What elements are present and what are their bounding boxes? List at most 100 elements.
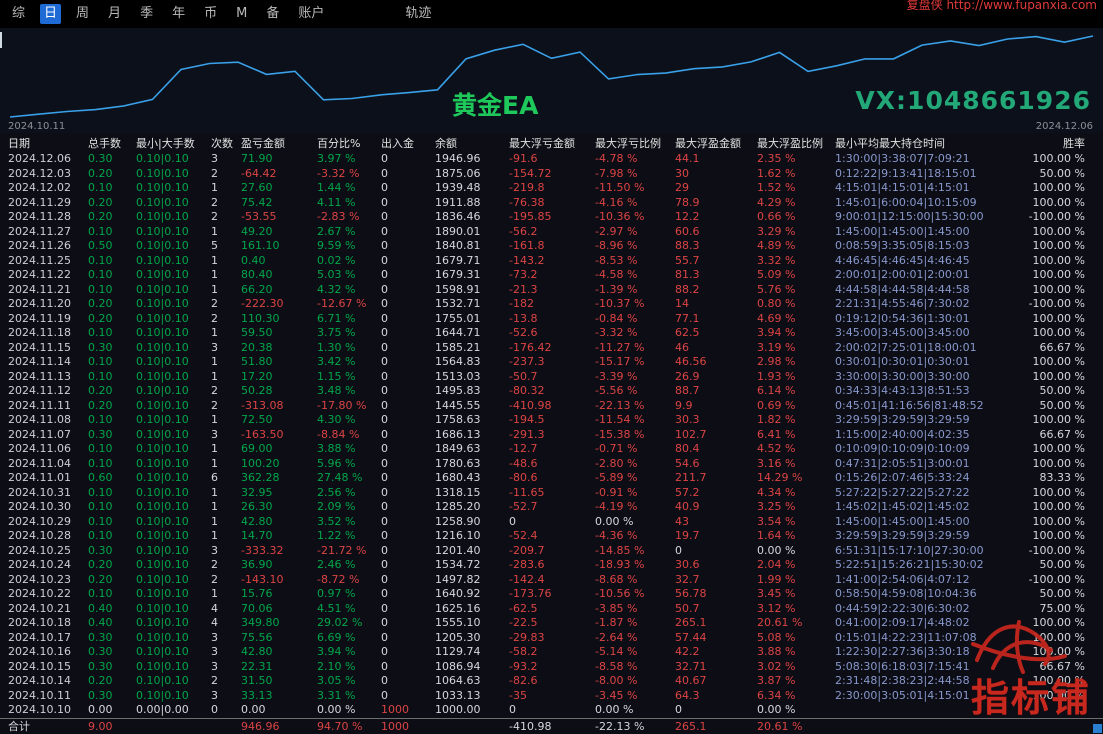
cell: 3.94 %	[757, 326, 796, 339]
table-row[interactable]: 2024.11.20 0.20 0.10|0.10 2 -222.30 -12.67 % 0…	[0, 297, 1103, 312]
cell: 2.09 %	[317, 500, 356, 513]
cell: -143.2	[509, 253, 545, 267]
cell: 0	[381, 282, 388, 296]
table-row[interactable]: 2024.10.30 0.10 0.10|0.10 1 26.30 2.09 % 0 1285…	[0, 500, 1103, 515]
table-row[interactable]: 2024.10.23 0.20 0.10|0.10 2 -143.10 -8.72 % 0 1…	[0, 573, 1103, 588]
menu-item-3[interactable]: 月	[104, 4, 125, 24]
cell: 1:41:00|2:54:06|4:07:12	[835, 572, 970, 586]
cell: 100.00 %	[1032, 529, 1085, 542]
table-row[interactable]: 2024.11.04 0.10 0.10|0.10 1 100.20 5.96 % 0 178…	[0, 457, 1103, 472]
cell: 66.67 %	[1039, 659, 1085, 673]
total-cell	[427, 718, 501, 734]
cell: -91.6	[509, 152, 538, 165]
menu-item-5[interactable]: 年	[168, 4, 189, 24]
menu-bar-items: 综日周月季年币 M 备账户 轨迹	[8, 4, 446, 24]
table-row[interactable]: 2024.11.06 0.10 0.10|0.10 1 69.00 3.88 % 0 1849…	[0, 442, 1103, 457]
cell: 2024.12.02	[8, 181, 71, 194]
cell: 49.20	[241, 224, 273, 238]
cell: 3.29 %	[757, 224, 796, 238]
cell: 40.67	[675, 674, 707, 687]
menu-item-9[interactable]: 账户	[294, 4, 328, 24]
table-row[interactable]: 2024.11.19 0.20 0.10|0.10 2 110.30 6.71 % 0 175…	[0, 312, 1103, 327]
table-row[interactable]: 2024.10.28 0.10 0.10|0.10 1 14.70 1.22 % 0 1216…	[0, 529, 1103, 544]
table-row[interactable]: 2024.12.02 0.10 0.10|0.10 1 27.60 1.44 % 0 1939…	[0, 181, 1103, 196]
cell: -82.6	[509, 674, 538, 687]
table-row[interactable]: 2024.11.01 0.60 0.10|0.10 6 362.28 27.48 % 0 16…	[0, 471, 1103, 486]
table-row[interactable]: 2024.10.31 0.10 0.10|0.10 1 32.95 2.56 % 0 1318…	[0, 486, 1103, 501]
cell: 0.20	[88, 384, 113, 397]
cell: 4:46:45|4:46:45|4:46:45	[835, 253, 970, 267]
table-row[interactable]: 2024.10.18 0.40 0.10|0.10 4 349.80 29.02 % 0 15…	[0, 616, 1103, 631]
col-header-1: 总手数	[88, 136, 121, 150]
table-row[interactable]: 2024.11.21 0.10 0.10|0.10 1 66.20 4.32 % 0 1598…	[0, 283, 1103, 298]
table-row[interactable]: 2024.11.18 0.10 0.10|0.10 1 59.50 3.75 % 0 1644…	[0, 326, 1103, 341]
table-row[interactable]: 2024.11.14 0.10 0.10|0.10 1 51.80 3.42 % 0 1564…	[0, 355, 1103, 370]
menu-item-1[interactable]: 日	[40, 4, 62, 24]
cell: 50.00 %	[1039, 398, 1085, 412]
table-row[interactable]: 2024.10.22 0.10 0.10|0.10 1 15.76 0.97 % 0 1640…	[0, 587, 1103, 602]
cell: 9.59 %	[317, 239, 356, 252]
cell: 30.6	[675, 558, 700, 571]
table-row[interactable]: 2024.10.15 0.30 0.10|0.10 3 22.31 2.10 % 0 1086…	[0, 660, 1103, 675]
cell: -8.58 %	[595, 659, 638, 673]
table-row[interactable]: 2024.11.13 0.10 0.10|0.10 1 17.20 1.15 % 0 1513…	[0, 370, 1103, 385]
table-row[interactable]: 2024.10.17 0.30 0.10|0.10 3 75.56 6.69 % 0 1205…	[0, 631, 1103, 646]
chart-start-date: 2024.10.11	[8, 121, 66, 132]
cell: 0.10|0.10	[136, 601, 189, 615]
menu-item-6[interactable]: 币	[200, 4, 221, 24]
table-row[interactable]: 2024.10.25 0.30 0.10|0.10 3 -333.32 -21.72 % 0…	[0, 544, 1103, 559]
cell: -194.5	[509, 413, 545, 426]
cell: 4	[211, 601, 218, 615]
cell: 57.2	[675, 485, 700, 499]
table-row[interactable]: 2024.10.29 0.10 0.10|0.10 1 42.80 3.52 % 0 1258…	[0, 515, 1103, 530]
cell: 0.66 %	[757, 210, 796, 223]
cell: 0	[381, 268, 388, 281]
cell: 1497.82	[435, 572, 481, 586]
cell: 100.00 %	[1032, 485, 1085, 499]
brand-link[interactable]: 复盘侠 http://www.fupanxia.com	[907, 0, 1097, 13]
table-row[interactable]: 2024.11.11 0.20 0.10|0.10 2 -313.08 -17.80 % 0…	[0, 399, 1103, 414]
table-row[interactable]: 2024.11.29 0.20 0.10|0.10 2 75.42 4.11 % 0 1911…	[0, 196, 1103, 211]
table-row[interactable]: 2024.10.10 0.00 0.00|0.00 0 0.00 0.00 % 1000 10…	[0, 703, 1103, 718]
cell: -1.87 %	[595, 616, 638, 629]
menu-item-10[interactable]: 轨迹	[401, 4, 435, 24]
table-row[interactable]: 2024.11.27 0.10 0.10|0.10 1 49.20 2.67 % 0 1890…	[0, 225, 1103, 240]
table-row[interactable]: 2024.11.25 0.10 0.10|0.10 1 0.40 0.02 % 0 1679.…	[0, 254, 1103, 269]
stats-table: 日期 总手数 最小|大手数 次数 盈亏金额 百分比% 出入金 余额 最大浮亏金额 最大浮亏比例 最大…	[0, 133, 1103, 734]
table-row[interactable]: 2024.11.15 0.30 0.10|0.10 3 20.38 1.30 % 0 1585…	[0, 341, 1103, 356]
table-row[interactable]: 2024.10.16 0.30 0.10|0.10 3 42.80 3.94 % 0 1129…	[0, 645, 1103, 660]
table-row[interactable]: 2024.11.26 0.50 0.10|0.10 5 161.10 9.59 % 0 184…	[0, 239, 1103, 254]
table-total-row[interactable]: 合计 9.00 946.96 94.70 % 1000 -410.98 -22.13 % 26…	[0, 718, 1103, 734]
menu-item-2[interactable]: 周	[72, 4, 93, 24]
cell: -52.6	[509, 326, 538, 339]
cell: -161.8	[509, 239, 545, 252]
cell: 3.94 %	[317, 645, 356, 658]
table-row[interactable]: 2024.11.08 0.10 0.10|0.10 1 72.50 4.30 % 0 1758…	[0, 413, 1103, 428]
cell: 3	[211, 630, 218, 644]
menu-item-7[interactable]: M	[232, 4, 251, 24]
cell: -4.19 %	[595, 500, 638, 513]
menu-item-0[interactable]: 综	[8, 4, 29, 24]
cell: 100.00 %	[1032, 311, 1085, 325]
cell: -80.32	[509, 384, 545, 397]
cell: 88.3	[675, 239, 700, 252]
table-row[interactable]: 2024.10.24 0.20 0.10|0.10 2 36.90 2.46 % 0 1534…	[0, 558, 1103, 573]
table-row[interactable]: 2024.10.11 0.30 0.10|0.10 3 33.13 3.31 % 0 1033…	[0, 689, 1103, 704]
table-row[interactable]: 2024.12.03 0.20 0.10|0.10 2 -64.42 -3.32 % 0 18…	[0, 167, 1103, 182]
cell: 1000	[381, 703, 409, 716]
menu-item-4[interactable]: 季	[136, 4, 157, 24]
cell: -50.7	[509, 369, 538, 383]
menu-item-8[interactable]: 备	[262, 4, 283, 24]
table-row[interactable]: 2024.11.07 0.30 0.10|0.10 3 -163.50 -8.84 % 0 1…	[0, 428, 1103, 443]
table-row[interactable]: 2024.11.12 0.20 0.10|0.10 2 50.28 3.48 % 0 1495…	[0, 384, 1103, 399]
cell: 0.20	[88, 398, 113, 412]
cell: 0	[381, 369, 388, 383]
table-row[interactable]: 2024.12.06 0.30 0.10|0.10 3 71.90 3.97 % 0 1946…	[0, 152, 1103, 167]
table-row[interactable]: 2024.10.14 0.20 0.10|0.10 2 31.50 3.05 % 0 1064…	[0, 674, 1103, 689]
cell: 2024.11.27	[8, 224, 71, 238]
table-row[interactable]: 2024.11.22 0.10 0.10|0.10 1 80.40 5.03 % 0 1679…	[0, 268, 1103, 283]
table-row[interactable]: 2024.11.28 0.20 0.10|0.10 2 -53.55 -2.83 % 0 18…	[0, 210, 1103, 225]
table-row[interactable]: 2024.10.21 0.40 0.10|0.10 4 70.06 4.51 % 0 1625…	[0, 602, 1103, 617]
cell: 75.56	[241, 630, 273, 644]
cell: 265.1	[675, 616, 707, 629]
